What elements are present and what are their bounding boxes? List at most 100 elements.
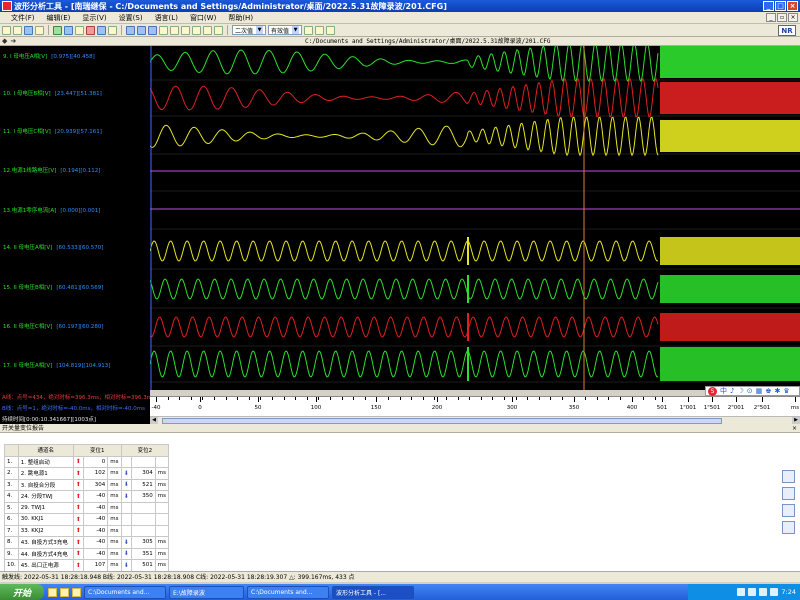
menu-window[interactable]: 窗口(W) [187,13,219,23]
col-header-change1[interactable]: 变位1 [72,444,122,457]
zoom-out-icon[interactable] [137,25,146,35]
cursor-a-icon[interactable] [203,25,212,35]
menu-language[interactable]: 语言(L) [152,13,181,23]
info-icon[interactable] [326,25,336,35]
close-button[interactable]: × [787,1,798,11]
menu-edit[interactable]: 编辑(E) [44,13,74,23]
next-icon[interactable] [315,25,325,35]
ime-punct-icon[interactable]: ⊙ [747,387,753,395]
quicklaunch-desktop-icon[interactable] [60,587,69,597]
col-header-name[interactable]: 通道名 [17,444,74,457]
task-button-explorer-1[interactable]: C:\Documents and... [84,585,166,599]
tray-shield-icon[interactable] [759,588,768,596]
open-folder-icon[interactable] [2,25,11,35]
switch-panel-close-icon[interactable]: × [792,424,797,433]
task-button-explorer-2[interactable]: E:\故障录波 [169,585,244,599]
print-report-icon[interactable] [782,504,795,517]
tray-network-icon[interactable] [737,588,746,596]
switch-row[interactable]: 5. 29. TWJ1 ⬆ -40 ms [4,501,170,514]
open-file-icon[interactable] [13,25,22,35]
value-type-select[interactable]: 二次值 ▼ [232,25,267,35]
switch-row[interactable]: 4. 24. 分段TWJ ⬆ -40 ms ⬇ 350 ms [4,490,170,503]
switch-row[interactable]: 2. 2. 跳电源1 ⬆ 102 ms ⬇ 304 ms [4,467,170,480]
switch-row[interactable]: 7. 33. KKJ2 ⬆ -40 ms [4,524,170,537]
menu-file[interactable]: 文件(F) [8,13,38,23]
col-header-change2[interactable]: 变位2 [120,444,170,457]
zoom-in-icon[interactable] [126,25,135,35]
ime-skin-icon[interactable]: ♚ [765,387,771,395]
minimize-button[interactable]: _ [763,1,774,11]
switch-row[interactable]: 10. 45. 出口正电源 ⬆ 107 ms ⬇ 501 ms [4,559,170,572]
start-button[interactable]: 开始 [0,584,44,600]
refresh-icon[interactable] [782,487,795,500]
ime-tray[interactable]: S 中 ♪ ☽ ⊙ ▦ ♚ ✱ ♛ [705,386,800,396]
ime-keyboard-icon[interactable]: ▦ [756,387,763,395]
switch-row[interactable]: 1. 1. 整组启动 ⬆ 0 ms [4,455,170,468]
task-button-explorer-3[interactable]: C:\Documents and... [247,585,329,599]
arrow-up-icon: ⬆ [75,550,81,558]
cursor-b-icon[interactable] [214,25,223,35]
menu-help[interactable]: 帮助(H) [225,13,256,23]
task-button-waveform-tool[interactable]: 波形分析工具 - [... [332,585,414,599]
expand-horizontal-icon[interactable] [181,25,190,35]
export-icon[interactable] [782,470,795,483]
horizontal-scrollbar[interactable]: ◀ ▶ [150,416,800,425]
harmonic-icon[interactable] [97,25,106,35]
axis-tick [736,397,737,402]
print-icon[interactable] [35,25,44,35]
ime-chinese-icon[interactable]: 中 [720,386,727,396]
axis-minor-tick [202,397,204,400]
save-icon[interactable] [24,25,33,35]
channel-label[interactable]: 10. I 母电压B相[V] [23.447][51.381] [3,89,102,97]
time-axis[interactable]: -40 0 50 100 150 200 300 350 400 501 1"001 1"501 2"0… [150,396,800,416]
grid-icon[interactable] [64,25,73,35]
channel-label[interactable]: 9. I 母电压A相[V] [0.975][40.458] [3,52,95,60]
shrink-horizontal-icon[interactable] [192,25,201,35]
channel-label[interactable]: 14. II 母电压A相[V] [60.533][60.570] [3,243,103,251]
ime-user-icon[interactable]: ♛ [783,387,789,395]
channel-label[interactable]: 13.电源1零序电流[A] [0.000][0.001] [3,206,100,214]
channel-label[interactable]: 12.电源1线路电压[V] [0.194][0.112] [3,166,100,174]
switch-row[interactable]: 3. 3. 自投合分段 ⬆ 304 ms ⬇ 521 ms [4,478,170,491]
clock[interactable]: 7:24 [781,588,796,596]
channel-select-icon[interactable] [53,25,62,35]
zoom-fit-icon[interactable] [148,25,157,35]
prev-icon[interactable] [304,25,314,35]
forward-arrow-icon[interactable]: ➜ [10,37,16,45]
quicklaunch-ie-icon[interactable] [48,587,57,597]
vector-icon[interactable] [86,25,95,35]
ime-sound-icon[interactable]: ♪ [730,387,734,395]
value-mode-select[interactable]: 有效值 ▼ [268,25,303,35]
maximize-button[interactable]: □ [775,1,786,11]
channel-label[interactable]: 11. I 母电压C相[V] [20.939][57.161] [3,127,102,135]
switch-row[interactable]: 8. 43. 自投方式3充电 ⬆ -40 ms ⬇ 305 ms [4,536,170,549]
mdi-minimize-button[interactable]: _ [766,13,776,22]
waveform-canvas[interactable] [150,46,800,390]
switch-row[interactable]: 9. 44. 自投方式4充电 ⬆ -40 ms ⬇ 351 ms [4,547,170,560]
axis-minor-tick [527,397,529,400]
expand-vertical-icon[interactable] [159,25,168,35]
waveform-svg[interactable] [150,46,800,390]
ime-tool-icon[interactable]: ✱ [775,387,781,395]
table-icon[interactable] [75,25,84,35]
change-time: -40 [82,501,109,514]
channel-label[interactable]: 17. II 母电压A相[V] [104.819][104.913] [3,361,110,369]
waveform-area[interactable]: 9. I 母电压A相[V] [0.975][40.458] 10. I 母电压B相[… [0,46,800,390]
mdi-restore-button[interactable]: ▫ [777,13,787,22]
menu-settings[interactable]: 设置(S) [116,13,146,23]
tray-ime-icon[interactable] [770,588,779,596]
quicklaunch-explorer-icon[interactable] [72,587,81,597]
copy-report-icon[interactable] [782,521,795,534]
shrink-vertical-icon[interactable] [170,25,179,35]
tray-volume-icon[interactable] [748,588,757,596]
back-arrow-icon[interactable]: ◆ [2,37,7,45]
side-tool-buttons [782,470,796,534]
channel-label[interactable]: 15. II 母电压B相[V] [60.481][60.569] [3,283,103,291]
channel-label[interactable]: 16. II 母电压C相[V] [60.197][60.280] [3,322,103,330]
menu-view[interactable]: 显示(V) [79,13,109,23]
switch-row[interactable]: 6. 30. KKJ1 ⬆ -40 ms [4,513,170,526]
mdi-close-button[interactable]: × [788,13,798,22]
change-time [130,455,156,468]
settings-icon[interactable] [108,25,117,35]
ime-moon-icon[interactable]: ☽ [737,387,743,395]
